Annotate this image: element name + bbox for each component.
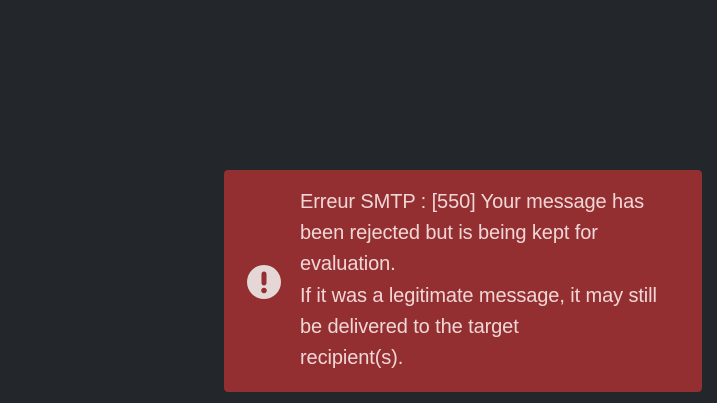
app-background: Erreur SMTP : [550] Your message has bee… bbox=[0, 0, 717, 403]
toast-message-line: Erreur SMTP : [550] Your message has bbox=[300, 191, 644, 213]
toast-message: Erreur SMTP : [550] Your message has bee… bbox=[300, 187, 690, 374]
toast-message-line: recipient(s). bbox=[300, 347, 404, 370]
toast-message-line: be delivered to the target bbox=[300, 315, 519, 338]
exclamation-circle-icon bbox=[246, 264, 282, 300]
error-toast[interactable]: Erreur SMTP : [550] Your message has bee… bbox=[224, 170, 702, 392]
toast-message-line: evaluation. bbox=[300, 253, 396, 276]
toast-message-line: If it was a legitimate message, it may s… bbox=[300, 284, 657, 307]
toast-message-line: been rejected but is being kept for bbox=[300, 222, 598, 245]
